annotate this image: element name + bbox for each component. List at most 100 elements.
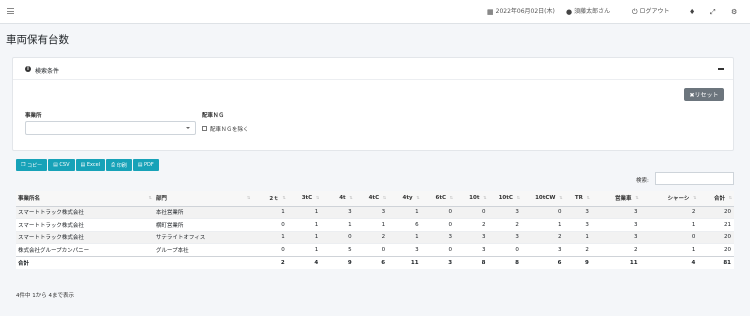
table-cell: 0 [252,243,288,256]
table-cell: 1 [640,243,699,256]
table-cell: 3 [455,230,489,244]
totals-row: 合計 2 4 9 6 11 3 8 8 6 9 11 4 81 [16,255,734,269]
table-cell: 2 [640,205,699,219]
table-cell: 20 [698,230,734,244]
table-row: スマートトラック株式会社 横町営業所 0 1 1 1 6 0 2 2 1 3 3 1 21 [16,218,734,231]
page-title: 車両保有台数 [6,34,69,46]
table-cell: 株式会社グループカンパニー [16,243,154,256]
column-header[interactable]: TR ⇅ [564,191,592,207]
table-cell: 3 [321,205,355,219]
column-header[interactable]: 2ｔ ⇅ [252,191,288,207]
table-cell: スマートトラック株式会社 [16,218,154,231]
table-cell: 1 [640,218,699,231]
exclude-ng-label: 配車ＮＧを除く [210,127,249,133]
table-cell: 2 [564,243,592,256]
settings-icon[interactable]: ⚙ [731,8,737,16]
sort-icon: ⇅ [148,195,152,200]
total-cell: 9 [321,255,355,269]
column-header[interactable]: 4tC ⇅ [354,191,389,207]
power-icon: ⏻ [632,8,638,16]
table-cell: 2 [354,230,389,244]
column-header[interactable]: 10tCW ⇅ [521,191,565,207]
card-title: 検索条件 [35,68,60,75]
table-cell: グループ本社 [153,243,253,256]
table-cell: 3 [591,230,641,244]
table-cell: 1 [252,205,288,219]
column-header[interactable]: 合計 ⇅ [698,191,734,207]
table-cell: 1 [252,230,288,244]
table-cell: サテライトオフィス [153,230,253,244]
sort-icon: ⇅ [728,195,732,200]
column-header[interactable]: 4t ⇅ [321,191,355,207]
table-header-row: 事業所名 ⇅ 部門 ⇅ 2ｔ ⇅ 3tC ⇅ 4t ⇅ 4tC ⇅ 4ty ⇅ 6tC ⇅ 10… [16,191,734,207]
sort-icon: ⇅ [692,195,697,200]
total-cell: 2 [252,255,288,269]
column-header[interactable]: 事業所名 ⇅ [16,191,154,207]
logout-link[interactable]: ⏻ ログアウト [632,8,670,16]
sort-icon: ⇅ [315,195,320,200]
total-cell: 3 [421,255,456,269]
table-cell: 1 [388,230,422,244]
table-cell: 6 [388,218,422,231]
sort-icon: ⇅ [246,195,251,200]
table-cell: スマートトラック株式会社 [16,230,154,244]
column-header[interactable]: 3tC ⇅ [287,191,322,207]
pdf-button[interactable]: ▤ PDF [132,159,159,171]
print-button[interactable]: ⎙ 印刷 [106,159,132,171]
table-cell: 0 [421,243,456,256]
sort-icon: ⇅ [586,195,590,200]
exclude-ng-checkbox[interactable] [202,126,207,131]
sort-icon: ⇅ [559,195,563,200]
table-cell: 2 [488,218,522,231]
table-row: スマートトラック株式会社 サテライトオフィス 1 1 0 2 1 3 3 3 2 1 3 0 20 [16,230,734,244]
table-cell: 1 [287,243,322,256]
sort-icon: ⇅ [282,195,286,200]
table-search-label: 検索: [636,178,649,184]
table-cell: 1 [287,218,322,231]
table-cell: 横町営業所 [153,218,253,231]
table-cell: 2 [455,218,489,231]
column-header[interactable]: シャーシ ⇅ [640,191,699,207]
sort-icon: ⇅ [635,195,639,200]
table-cell: 5 [321,243,355,256]
copy-button[interactable]: ❐ コピー [16,159,48,171]
total-cell: 8 [455,255,489,269]
table-cell: 0 [421,205,456,219]
calendar-icon: ▦ [487,8,494,16]
table-cell: 0 [252,218,288,231]
column-header[interactable]: 4ty ⇅ [388,191,422,207]
sort-icon: ⇅ [382,195,387,200]
table-cell: 2 [591,243,641,256]
table-cell: 0 [421,218,456,231]
top-navbar: ▦ 2022年06月02日(木) ● 須藤太郎さん ⏻ ログアウト ♦ ⤢ ⚙ [0,0,750,24]
reset-button[interactable]: ✖リセット [684,88,724,101]
table-cell: 3 [455,243,489,256]
table-cell: 3 [488,230,522,244]
card-header: i 検索条件 [13,58,733,80]
csv-button[interactable]: ▤ CSV [48,159,75,171]
copy-icon: ❐ [21,162,26,168]
table-cell: 1 [321,218,355,231]
menu-icon[interactable] [7,8,14,14]
table-row: スマートトラック株式会社 本社営業所 1 1 3 3 1 0 0 3 0 3 3 2 20 [16,205,734,219]
column-header[interactable]: 10t ⇅ [455,191,489,207]
bell-icon[interactable]: ♦ [689,8,695,16]
column-header[interactable]: 6tC ⇅ [421,191,456,207]
column-header[interactable]: 部門 ⇅ [153,191,253,207]
fullscreen-icon[interactable]: ⤢ [710,8,716,16]
office-select[interactable] [25,121,196,135]
collapse-icon[interactable] [718,68,724,70]
table-cell: スマートトラック株式会社 [16,205,154,219]
column-header[interactable]: 10tC ⇅ [488,191,522,207]
table-search-input[interactable] [655,172,734,185]
table-cell: 0 [321,230,355,244]
office-label: 事業所 [25,113,42,119]
column-header[interactable]: 営業車 ⇅ [591,191,641,207]
excel-button[interactable]: ▤ Excel [75,159,106,171]
file-icon: ▤ [53,162,58,168]
total-cell: 4 [287,255,322,269]
table-cell: 0 [455,205,489,219]
total-cell: 81 [698,255,734,269]
table-cell: 21 [698,218,734,231]
table-cell: 0 [488,243,522,256]
